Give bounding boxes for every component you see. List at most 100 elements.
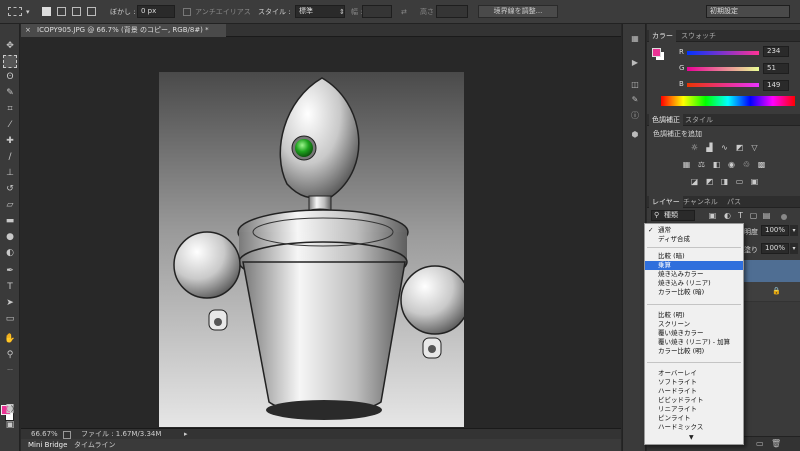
blend-mode-item[interactable]: 覆い焼き (リニア) - 加算 [645,338,743,347]
workspace-select[interactable]: 初期設定 [706,5,790,18]
blend-mode-item-selected[interactable]: 乗算 [645,261,743,270]
lasso-tool-icon[interactable]: ʘ [3,71,17,84]
color-balance-icon[interactable]: ⚖ [696,160,707,169]
screen-mode-icon[interactable]: ▣ [3,419,17,432]
blend-mode-item[interactable]: 比較 (暗) [645,252,743,261]
adjustment-layer-filter-icon[interactable]: ◐ [722,211,733,220]
fill-input[interactable]: 100% [761,243,789,254]
blend-mode-item[interactable]: スクリーン [645,320,743,329]
blend-mode-item[interactable]: ビビッドライト [645,396,743,405]
tab-mini-bridge[interactable]: Mini Bridge [28,439,67,451]
pixel-layer-filter-icon[interactable]: ▣ [707,211,718,220]
marquee-tool-icon[interactable] [3,55,17,68]
gradient-map-icon[interactable]: ▭ [734,177,745,186]
selective-color-icon[interactable]: ▣ [749,177,760,186]
green-value[interactable]: 51 [763,63,789,74]
eyedropper-tool-icon[interactable]: ⁄ [3,119,17,132]
invert-icon[interactable]: ◪ [689,177,700,186]
subtract-selection-icon[interactable] [72,7,81,16]
brush-icon[interactable]: ✎ [629,94,641,106]
more-tools-icon[interactable]: ··· [3,364,17,377]
smart-object-filter-icon[interactable]: ▤ [761,211,772,220]
color-lookup-icon[interactable]: ▩ [756,160,767,169]
chevron-down-icon[interactable]: ▾ [790,225,798,236]
new-selection-icon[interactable] [42,7,51,16]
info-icon[interactable]: ⓘ [629,110,641,122]
document-tab[interactable]: × ICOPY905.JPG @ 66.7% (背景 のコピー, RGB/8#)… [21,24,226,37]
tab-layers[interactable]: レイヤー [649,196,683,208]
crop-tool-icon[interactable]: ⌗ [3,103,17,116]
shape-layer-filter-icon[interactable]: ▢ [748,211,759,220]
style-select[interactable]: 標準 [295,5,345,18]
blend-mode-item[interactable]: ハードミックス [645,423,743,432]
chevron-down-icon[interactable]: ▾ [790,243,798,254]
red-value[interactable]: 234 [763,46,789,57]
tab-timeline[interactable]: タイムライン [74,439,116,451]
blend-mode-item[interactable]: ディザ合成 [645,235,743,244]
color-spectrum-bar[interactable] [661,96,795,106]
tab-color[interactable]: カラー [649,30,676,42]
move-tool-icon[interactable]: ✥ [3,40,17,53]
document-icon[interactable] [63,431,71,439]
quick-selection-tool-icon[interactable]: ✎ [3,87,17,100]
blue-value[interactable]: 149 [763,80,789,91]
brightness-icon[interactable]: ☼ [689,143,700,152]
rectangle-tool-icon[interactable]: ▭ [3,313,17,326]
channel-mixer-icon[interactable]: ♲ [741,160,752,169]
layer-kind-filter[interactable]: ⚲ 種類 [651,210,695,221]
blend-mode-item[interactable]: カラー比較 (暗) [645,288,743,297]
history-brush-tool-icon[interactable]: ↺ [3,183,17,196]
new-layer-icon[interactable]: ▭ [756,439,764,448]
add-selection-icon[interactable] [57,7,66,16]
blend-mode-item[interactable]: 焼き込み (リニア) [645,279,743,288]
gradient-tool-icon[interactable]: ▬ [3,215,17,228]
3d-icon[interactable]: ⬢ [629,129,641,141]
refine-edge-button[interactable]: 境界線を調整... [478,5,558,18]
type-layer-filter-icon[interactable]: T [735,211,746,220]
blend-mode-item[interactable]: ソフトライト [645,378,743,387]
zoom-tool-icon[interactable]: ⚲ [3,349,17,362]
brush-preset-icon[interactable]: ◫ [629,79,641,91]
path-selection-tool-icon[interactable]: ➤ [3,297,17,310]
tab-styles[interactable]: スタイル [685,114,713,126]
blend-mode-item[interactable]: オーバーレイ [645,369,743,378]
clone-stamp-tool-icon[interactable]: ⊥ [3,167,17,180]
blend-mode-item[interactable]: 比較 (明) [645,311,743,320]
scroll-down-arrow-icon[interactable]: ▼ [689,434,694,441]
curves-icon[interactable]: ∿ [719,143,730,152]
swap-icon[interactable]: ⇄ [401,6,407,18]
tab-swatches[interactable]: スウォッチ [681,30,716,42]
trash-icon[interactable]: 🗑 [771,439,781,448]
threshold-icon[interactable]: ◨ [719,177,730,186]
hue-saturation-icon[interactable]: ▦ [681,160,692,169]
eraser-tool-icon[interactable]: ▱ [3,199,17,212]
tab-channels[interactable]: チャンネル [683,196,718,208]
healing-brush-tool-icon[interactable]: ✚ [3,135,17,148]
photo-filter-icon[interactable]: ◉ [726,160,737,169]
vibrance-icon[interactable]: ▽ [749,143,760,152]
width-input[interactable] [362,5,392,18]
quick-mask-icon[interactable]: ◙ [3,403,17,416]
blend-mode-item[interactable]: 焼き込みカラー [645,270,743,279]
history-icon[interactable]: ▦ [629,33,641,45]
height-input[interactable] [436,5,468,18]
hand-tool-icon[interactable]: ✋ [3,333,17,346]
panel-foreground-swatch[interactable] [652,48,661,57]
chevron-down-icon[interactable]: ▾ [26,6,30,18]
opacity-input[interactable]: 100% [761,225,789,236]
feather-input[interactable]: 0 px [137,5,175,18]
green-slider[interactable] [687,67,759,71]
tab-adjustments[interactable]: 色調補正 [649,114,683,126]
document-image[interactable] [159,72,464,427]
dodge-tool-icon[interactable]: ◐ [3,247,17,260]
black-white-icon[interactable]: ◧ [711,160,722,169]
play-icon[interactable]: ▶ [629,57,641,69]
close-icon[interactable]: × [25,24,31,37]
blend-mode-item[interactable]: ✓ 通常 [645,226,743,235]
type-tool-icon[interactable]: T [3,281,17,294]
blend-mode-item[interactable]: カラー比較 (明) [645,347,743,356]
exposure-icon[interactable]: ◩ [734,143,745,152]
blend-mode-item[interactable]: ピンライト [645,414,743,423]
blur-tool-icon[interactable]: ● [3,231,17,244]
canvas-area[interactable] [21,37,621,428]
